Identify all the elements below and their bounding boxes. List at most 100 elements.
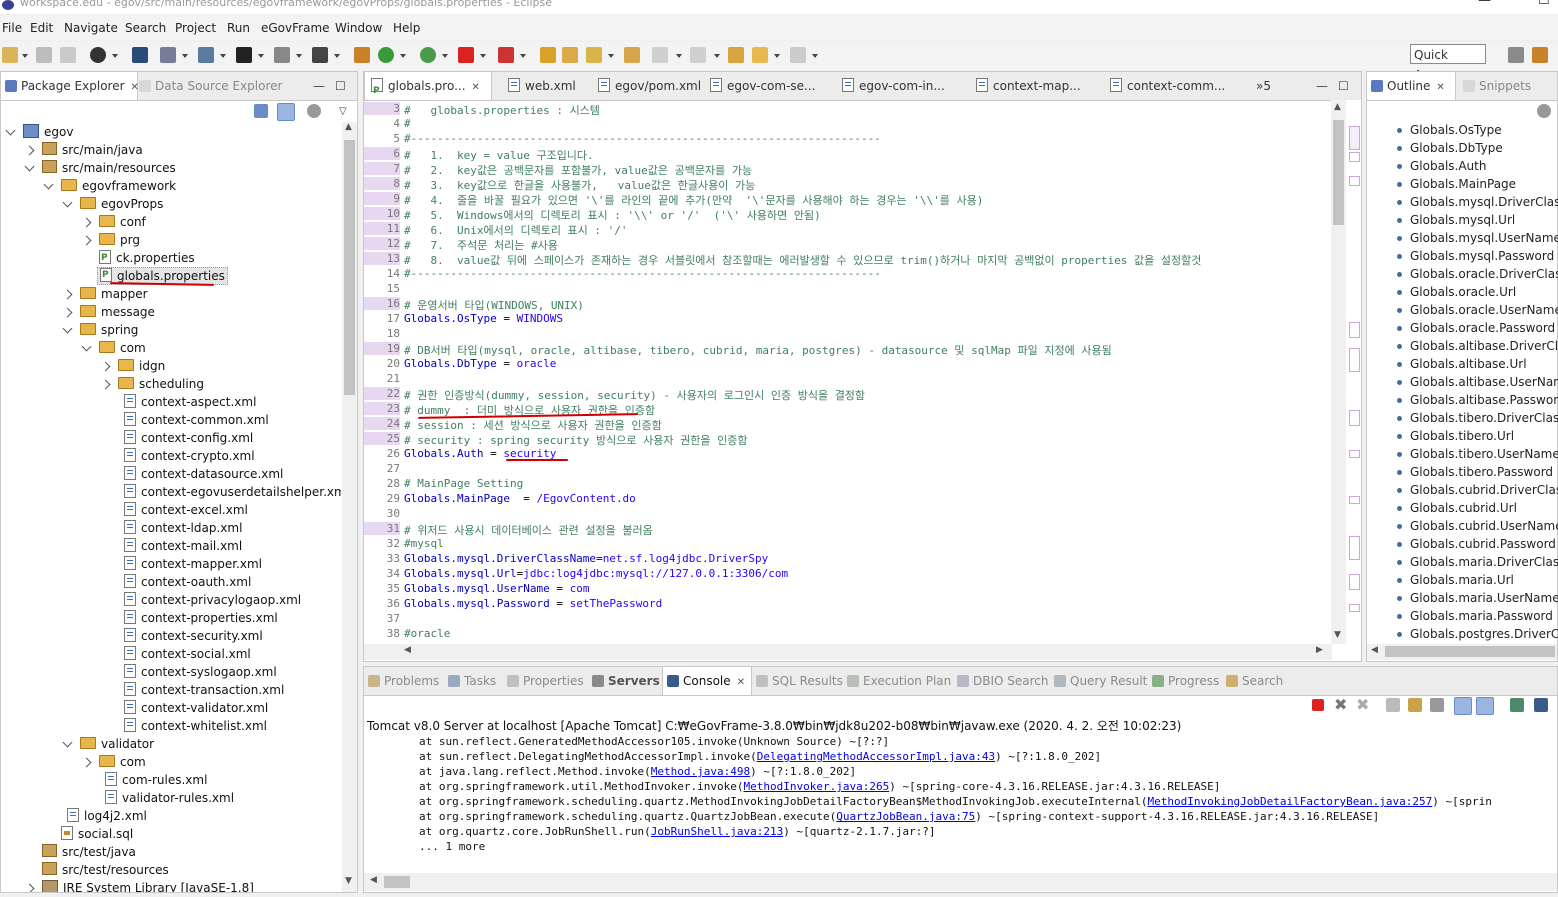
maximize-editor-icon[interactable]: ☐ [1338, 79, 1349, 93]
outline-item[interactable]: Globals.oracle.UserName [1397, 301, 1558, 319]
debug-icon[interactable] [420, 47, 436, 63]
collapsed-arrow-icon[interactable] [81, 235, 92, 246]
outline-item[interactable]: Globals.altibase.UserName [1397, 373, 1558, 391]
console-scroll-left-icon[interactable]: ◀ [370, 875, 377, 885]
ruler-mark[interactable] [1349, 348, 1360, 372]
profile-icon[interactable] [90, 47, 106, 63]
forward-icon[interactable] [790, 47, 806, 63]
expanded-arrow-icon[interactable] [43, 179, 54, 190]
hscroll-right-icon[interactable]: ▶ [1316, 645, 1323, 655]
open-folder-icon[interactable] [562, 47, 578, 63]
outline-item[interactable]: Globals.cubrid.DriverClassName [1397, 481, 1558, 499]
menu-run[interactable]: Run [227, 21, 250, 35]
outline-item[interactable]: Globals.maria.Password [1397, 607, 1553, 625]
console-scroll-thumb[interactable] [384, 876, 410, 888]
outline-item[interactable]: Globals.cubrid.Url [1397, 499, 1517, 517]
pencil-icon[interactable] [586, 47, 602, 63]
stacktrace-link[interactable]: MethodInvokingJobDetailFactoryBean.java:… [1147, 795, 1432, 808]
outline-item[interactable]: Globals.mysql.UserName [1397, 229, 1558, 247]
outline-item[interactable]: Globals.tibero.Url [1397, 427, 1514, 445]
collapsed-arrow-icon[interactable] [81, 217, 92, 228]
tree-scrollbar[interactable]: ▲ ▼ [342, 122, 357, 892]
refresh-icon[interactable] [378, 47, 394, 63]
bottom-tab[interactable]: Tasks [448, 667, 496, 695]
outline-item[interactable]: Globals.maria.DriverClassName [1397, 553, 1558, 571]
editor-tab[interactable]: context-comm... [1098, 72, 1226, 100]
menu-egovframe[interactable]: eGovFrame [261, 21, 330, 35]
build-icon[interactable] [160, 47, 176, 63]
bottom-tab[interactable]: Query Result [1054, 667, 1147, 695]
close-icon[interactable]: ✕ [737, 677, 745, 688]
menu-edit[interactable]: Edit [30, 21, 53, 35]
minimize-editor-icon[interactable]: — [1316, 79, 1328, 93]
collapsed-arrow-icon[interactable] [62, 307, 73, 318]
bottom-tab[interactable]: Execution Plan [847, 667, 951, 695]
back-icon[interactable] [752, 47, 768, 63]
bottom-tab[interactable]: Properties [507, 667, 584, 695]
show-stdout-icon[interactable] [1454, 697, 1472, 715]
tab-snippets[interactable]: Snippets [1463, 72, 1531, 100]
expanded-arrow-icon[interactable] [62, 737, 73, 748]
remove-all-icon[interactable]: ✖ [1356, 695, 1369, 714]
editor-tab[interactable]: web.xml [496, 72, 582, 100]
show-stderr-icon[interactable] [1476, 697, 1494, 715]
menu-navigate[interactable]: Navigate [64, 21, 118, 35]
stacktrace-link[interactable]: MethodInvoker.java:265 [744, 780, 890, 793]
collapsed-arrow-icon[interactable] [24, 883, 35, 892]
ruler-mark[interactable] [1349, 496, 1360, 504]
collapsed-arrow-icon[interactable] [100, 379, 111, 390]
outline-item[interactable]: Globals.altibase.DriverClassName [1397, 337, 1558, 355]
editor-hscrollbar[interactable]: ◀ ▶ [364, 644, 1332, 660]
scroll-lock-icon[interactable] [1408, 698, 1422, 712]
outline-scroll-thumb[interactable] [1385, 646, 1555, 657]
terminal-icon[interactable] [132, 47, 148, 63]
quick-access-input[interactable]: Quick Access [1410, 44, 1486, 82]
outline-item[interactable]: Globals.MainPage [1397, 175, 1516, 193]
pin-console-icon[interactable] [1510, 698, 1524, 712]
bottom-tab[interactable]: DBIO Search [957, 667, 1049, 695]
expanded-arrow-icon[interactable] [81, 341, 92, 352]
stacktrace-link[interactable]: DelegatingMethodAccessorImpl.java:43 [757, 750, 995, 763]
next-annotation-icon[interactable] [652, 47, 668, 63]
bottom-tab[interactable]: SQL Results [756, 667, 843, 695]
expanded-arrow-icon[interactable] [5, 125, 16, 136]
editor-tab[interactable]: context-map... [964, 72, 1094, 100]
bottom-tab[interactable]: Problems [368, 667, 439, 695]
editor-tab[interactable]: globals.pro... ✕ [364, 72, 492, 105]
outline-item[interactable]: Globals.oracle.Password [1397, 319, 1555, 337]
expanded-arrow-icon[interactable] [62, 323, 73, 334]
stacktrace-link[interactable]: JobRunShell.java:213 [651, 825, 783, 838]
ruler-mark[interactable] [1349, 536, 1360, 560]
ruler-mark[interactable] [1349, 450, 1360, 458]
ruler-mark[interactable] [1349, 126, 1360, 150]
outline-item[interactable]: Globals.OsType [1397, 121, 1502, 139]
scroll-up-icon[interactable]: ▲ [345, 122, 352, 132]
ruler-mark[interactable] [1349, 410, 1360, 426]
close-icon[interactable]: ✕ [131, 82, 139, 93]
run-server-icon[interactable] [498, 47, 514, 63]
minimize-view-icon[interactable]: — [313, 79, 325, 93]
search-icon[interactable] [624, 47, 640, 63]
command-icon[interactable] [312, 47, 328, 63]
editor-scroll-thumb[interactable] [1333, 120, 1344, 225]
display-console-icon[interactable] [1534, 698, 1548, 712]
outline-item[interactable]: Globals.oracle.Url [1397, 283, 1516, 301]
stacktrace-link[interactable]: QuartzJobBean.java:75 [836, 810, 975, 823]
view-menu-chevron-icon[interactable]: ▽ [339, 106, 347, 117]
outline-item[interactable]: Globals.tibero.Password [1397, 463, 1553, 481]
edit-icon[interactable] [274, 47, 290, 63]
bottom-tab[interactable]: Search [1226, 667, 1283, 695]
outline-item[interactable]: Globals.maria.UserName [1397, 589, 1558, 607]
stop-icon[interactable] [458, 47, 474, 63]
tab-data-source-explorer[interactable]: Data Source Explorer [139, 72, 282, 100]
outline-hscrollbar[interactable]: ◀ [1367, 644, 1557, 660]
outline-item[interactable]: Globals.mysql.Password [1397, 247, 1554, 265]
outline-item[interactable]: Globals.altibase.Url [1397, 355, 1527, 373]
maximize-button[interactable]: ☐ [1538, 0, 1550, 7]
view-menu-icon[interactable] [307, 104, 321, 118]
bottom-tab[interactable]: Progress [1152, 667, 1219, 695]
tree-scroll-thumb[interactable] [344, 140, 355, 395]
deploy-icon[interactable] [198, 47, 214, 63]
close-icon[interactable]: ✕ [472, 82, 480, 93]
editor-vscrollbar[interactable]: ▲ ▼ [1331, 100, 1346, 644]
